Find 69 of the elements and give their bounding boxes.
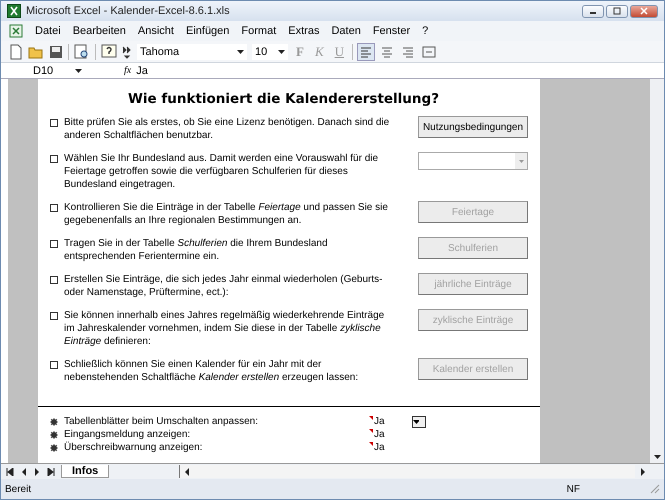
overflow-icon[interactable]	[122, 44, 132, 58]
setting-label: Überschreibwarnung anzeigen:	[64, 442, 204, 453]
dropdown-button[interactable]	[412, 416, 426, 428]
menu-item[interactable]: Format	[241, 25, 276, 37]
menu-item[interactable]: Bearbeiten	[72, 25, 126, 37]
caret-icon	[654, 455, 660, 459]
font-size-field[interactable]: 10	[252, 44, 288, 60]
instruction-text: Sie können innerhalb eines Jahres regelmäßig wiederkehrende Einträge im Jahreskalender vornehmen, indem Sie diese in der Tabelle zyklische Einträge definieren:	[64, 309, 386, 348]
excel-icon	[7, 4, 21, 18]
setting-label: Tabellenblätter beim Umschalten anpassen:	[64, 416, 259, 427]
preview-icon[interactable]	[74, 44, 90, 60]
bullet-icon	[50, 418, 58, 426]
maximize-button[interactable]	[606, 4, 628, 18]
instruction-text: Bitte prüfen Sie als erstes, ob Sie eine Lizenz benötigen. Danach sind die anderen Schaltflächen benutzbar.	[64, 116, 390, 142]
bullet-icon	[50, 430, 58, 438]
merge-cells-icon[interactable]	[421, 44, 438, 60]
function-label[interactable]: fx	[86, 65, 136, 76]
instruction-text: Wählen Sie Ihr Bundesland aus. Damit werden eine Vorauswahl für die Feiertage getroffen sowie die verfügbaren Schulferien für dieses Bundesland eingetragen.	[64, 152, 380, 191]
instruction-text: Schließlich können Sie einen Kalender für ein Jahr mit der nebenstehenden Schaltfläche Kalender erstellen erzeugen lassen:	[64, 358, 360, 384]
new-file-icon[interactable]	[9, 44, 23, 60]
resize-grip-icon[interactable]	[650, 484, 660, 494]
menu-item[interactable]: Datei	[35, 25, 61, 37]
folder-icon[interactable]	[28, 44, 44, 58]
setting-label: Eingangsmeldung anzeigen:	[64, 429, 192, 440]
next-sheet-icon[interactable]	[33, 468, 41, 476]
checkbox[interactable]	[50, 155, 58, 163]
horizontal-scrollbar[interactable]	[179, 465, 635, 478]
caret-icon	[237, 50, 244, 54]
vertical-scrollbar[interactable]	[650, 79, 664, 463]
caret-icon	[278, 50, 285, 54]
setting-value[interactable]: Ja	[372, 442, 412, 453]
setting-value[interactable]: Ja	[372, 429, 412, 440]
scroll-left-icon	[184, 468, 190, 476]
close-icon	[640, 7, 648, 15]
scroll-right-icon[interactable]	[640, 468, 646, 476]
align-left-icon[interactable]	[358, 44, 374, 60]
previous-sheet-icon[interactable]	[20, 468, 28, 476]
minimize-button[interactable]	[582, 4, 604, 18]
name-box[interactable]: D10	[1, 64, 86, 76]
status-text: Bereit	[5, 484, 32, 494]
caret-icon	[413, 420, 419, 424]
last-sheet-icon[interactable]	[46, 468, 56, 476]
close-button[interactable]	[630, 4, 658, 18]
save-icon[interactable]	[49, 44, 63, 58]
instruction-text: Erstellen Sie Einträge, die sich jedes Jahr einmal wiederholen (Geburts- oder Namenstage, Prüftermine, ect.):	[64, 273, 384, 299]
sheet-heading: Wie funktioniert die Kalendererstellung?	[128, 91, 440, 107]
menu-item[interactable]: Einfügen	[186, 25, 230, 37]
sheet-icon	[9, 24, 23, 38]
action-button[interactable]: Nutzungsbedingungen	[418, 116, 528, 138]
instruction-text: Kontrollieren Sie die Einträge in der Tabelle Feiertage und passen Sie sie gegebenenfalls an Ihre regionalen Bestimmungen an.	[64, 201, 389, 227]
menu-item[interactable]: Ansicht	[138, 25, 174, 37]
caret-icon	[75, 68, 82, 72]
font-field[interactable]: Tahoma	[137, 44, 247, 60]
instruction-text: Tragen Sie in der Tabelle Schulferien die Ihrem Bundesland entsprechenden Ferientermine ein.	[64, 237, 329, 263]
help-icon[interactable]	[101, 44, 117, 60]
maximize-icon	[613, 7, 621, 15]
menu-item[interactable]: Daten	[331, 25, 361, 37]
menu-item[interactable]: ?	[422, 25, 428, 37]
sheet-tab[interactable]: Infos	[61, 465, 110, 478]
caret-icon	[518, 160, 524, 162]
first-sheet-icon[interactable]	[5, 468, 15, 476]
menu-item[interactable]: Fenster	[372, 25, 410, 37]
formula-field[interactable]: Ja	[136, 64, 148, 76]
status-indicator: NF	[566, 484, 580, 494]
checkbox[interactable]	[50, 119, 58, 127]
menu-item[interactable]: Extras	[288, 25, 320, 37]
bullet-icon	[50, 444, 58, 452]
setting-value[interactable]: Ja	[372, 416, 412, 427]
window-title: Microsoft Excel - Kalender-Excel-8.6.1.xls	[26, 5, 230, 17]
